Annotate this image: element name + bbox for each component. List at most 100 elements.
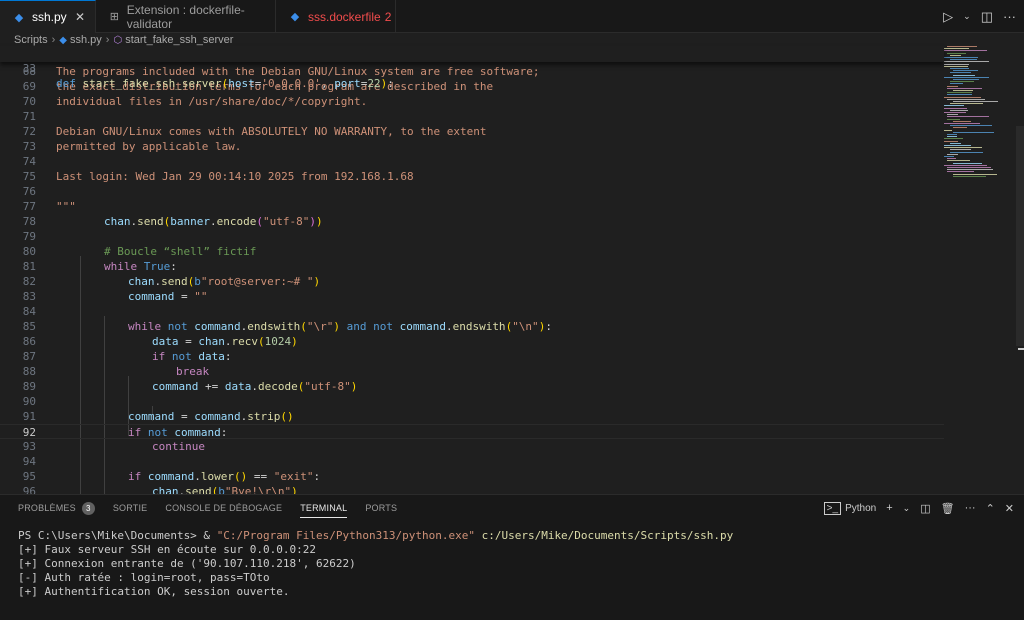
line-number: 93 [22, 440, 36, 453]
minimap-line [950, 59, 977, 61]
python-file-icon: ◆ [14, 11, 24, 24]
code-line: individual files in /usr/share/doc/*/cop… [56, 95, 368, 108]
code-line: Debian GNU/Linux comes with ABSOLUTELY N… [56, 125, 487, 138]
minimap-line [950, 68, 969, 69]
minimap-line [947, 134, 957, 135]
code-line: chan.send(banner.encode("utf-8")) [104, 215, 323, 228]
code-line: break [176, 365, 210, 378]
line-number: 84 [22, 305, 36, 318]
minimap-line [947, 52, 966, 54]
run-icon[interactable]: ▷ [943, 9, 953, 25]
minimap-line [947, 136, 957, 138]
minimap[interactable] [944, 46, 1014, 186]
bottom-panel: PROBLÈMES 3 SORTIE CONSOLE DE DÉBOGAGE TE… [0, 494, 1024, 620]
panel-actions: >_ Python + ⌄ ◫ 🗑 ··· ⌃ ✕ [823, 495, 1014, 521]
line-number: 95 [22, 470, 36, 483]
more-actions-icon[interactable]: ··· [1003, 9, 1016, 24]
code-comment: # Boucle “shell” fictif [104, 245, 257, 258]
terminal-selector[interactable]: >_ Python [823, 501, 877, 515]
tab-output[interactable]: SORTIE [113, 495, 148, 521]
tab-extension-dockerfile-validator[interactable]: ⊞ Extension : dockerfile-validator [96, 0, 276, 33]
docker-file-icon: ◆ [290, 11, 300, 23]
terminal-line: [+] Connexion entrante de ('90.107.110.2… [18, 557, 356, 570]
minimap-line [944, 50, 987, 52]
tab-sss-dockerfile[interactable]: ◆ sss.dockerfile 2 [276, 0, 396, 33]
minimap-line [944, 164, 987, 166]
minimap-line [947, 158, 956, 160]
line-number: 82 [22, 275, 36, 288]
breadcrumb-file[interactable]: ssh.py [70, 34, 102, 46]
terminal-line: [+] Authentification OK, session ouverte… [18, 585, 290, 598]
tab-label: Extension : dockerfile-validator [126, 2, 245, 31]
minimap-line [944, 129, 952, 131]
line-number: 80 [22, 245, 36, 258]
new-terminal-icon[interactable]: + [886, 502, 892, 514]
minimap-line [944, 76, 989, 78]
minimap-line [944, 138, 963, 140]
minimap-line [944, 57, 978, 58]
tab-terminal[interactable]: TERMINAL [300, 495, 348, 521]
minimap-line [947, 116, 989, 118]
minimap-line [947, 92, 972, 94]
code-line-current: if not command: [128, 426, 228, 439]
tab-ports[interactable]: PORTS [365, 495, 397, 521]
tab-debug-console[interactable]: CONSOLE DE DÉBOGAGE [165, 495, 282, 521]
minimap-line [944, 123, 980, 124]
code-line: chan.send(b"root@server:~# ") [128, 275, 321, 288]
panel-tabs: PROBLÈMES 3 SORTIE CONSOLE DE DÉBOGAGE TE… [0, 495, 397, 521]
minimap-line [953, 90, 973, 91]
code-line: while True: [104, 260, 177, 273]
code-line: chan.send(b"Bye!\r\n") [152, 485, 298, 494]
close-panel-icon[interactable]: ✕ [1005, 502, 1014, 515]
terminal-shell-label: Python [845, 502, 877, 514]
terminal-prompt: PS C:\Users\Mike\Documents> & [18, 529, 217, 542]
minimap-line [944, 112, 966, 113]
line-number: 76 [22, 185, 36, 198]
code-line: command = "" [128, 290, 208, 303]
terminal-executable: "C:/Program Files/Python313/python.exe" [216, 529, 475, 542]
trash-icon[interactable]: 🗑 [941, 502, 955, 515]
line-number: 33 [22, 62, 36, 75]
tab-ssh-py[interactable]: ◆ ssh.py ✕ [0, 0, 96, 33]
minimap-line [947, 87, 982, 89]
line-number: 78 [22, 215, 36, 228]
code-line: while not command.endswith("\r") and not… [128, 320, 552, 333]
minimap-line [953, 101, 998, 102]
sticky-scroll-header[interactable]: 33 def start_fake_ssh_server(host='0.0.0… [0, 46, 944, 90]
maximize-panel-icon[interactable]: ⌃ [986, 502, 995, 515]
chevron-right-icon: › [105, 34, 110, 46]
code-line: data = chan.recv(1024) [152, 335, 298, 348]
line-number: 72 [22, 125, 36, 138]
minimap-line [947, 114, 958, 116]
minimap-line [953, 175, 986, 177]
scrollbar-thumb[interactable] [1016, 126, 1024, 346]
more-actions-icon[interactable]: ··· [965, 502, 976, 514]
vertical-scrollbar[interactable] [1016, 46, 1024, 494]
tab-problems[interactable]: PROBLÈMES 3 [18, 495, 95, 521]
minimap-line [947, 46, 977, 47]
minimap-line [944, 140, 958, 142]
chevron-down-icon[interactable]: ⌄ [903, 503, 911, 514]
line-number: 73 [22, 140, 36, 153]
close-tab-icon[interactable]: ✕ [75, 10, 85, 24]
tab-label: ssh.py [32, 10, 67, 24]
minimap-line [950, 72, 971, 74]
breadcrumb-symbol[interactable]: start_fake_ssh_server [125, 34, 233, 46]
editor-actions: ▷ ⌄ ◫ ··· [943, 0, 1016, 33]
minimap-line [953, 74, 975, 76]
breadcrumb: Scripts › ◆ ssh.py › ⬡ start_fake_ssh_se… [0, 33, 233, 47]
minimap-line [950, 83, 963, 85]
code-line: if command.lower() == "exit": [128, 470, 321, 483]
problems-badge: 3 [81, 501, 95, 515]
line-number: 71 [22, 110, 36, 123]
line-number: 83 [22, 290, 36, 303]
code-editor[interactable]: 33 def start_fake_ssh_server(host='0.0.0… [0, 46, 1024, 494]
function-icon: ⬡ [113, 34, 123, 46]
chevron-down-icon[interactable]: ⌄ [963, 11, 971, 22]
split-editor-icon[interactable]: ◫ [981, 9, 993, 25]
breadcrumb-folder[interactable]: Scripts [14, 34, 48, 46]
terminal-output[interactable]: PS C:\Users\Mike\Documents> & "C:/Progra… [18, 529, 733, 599]
code-line: command += data.decode("utf-8") [152, 380, 358, 393]
line-number-current: 92 [22, 426, 36, 439]
split-terminal-icon[interactable]: ◫ [920, 502, 930, 515]
